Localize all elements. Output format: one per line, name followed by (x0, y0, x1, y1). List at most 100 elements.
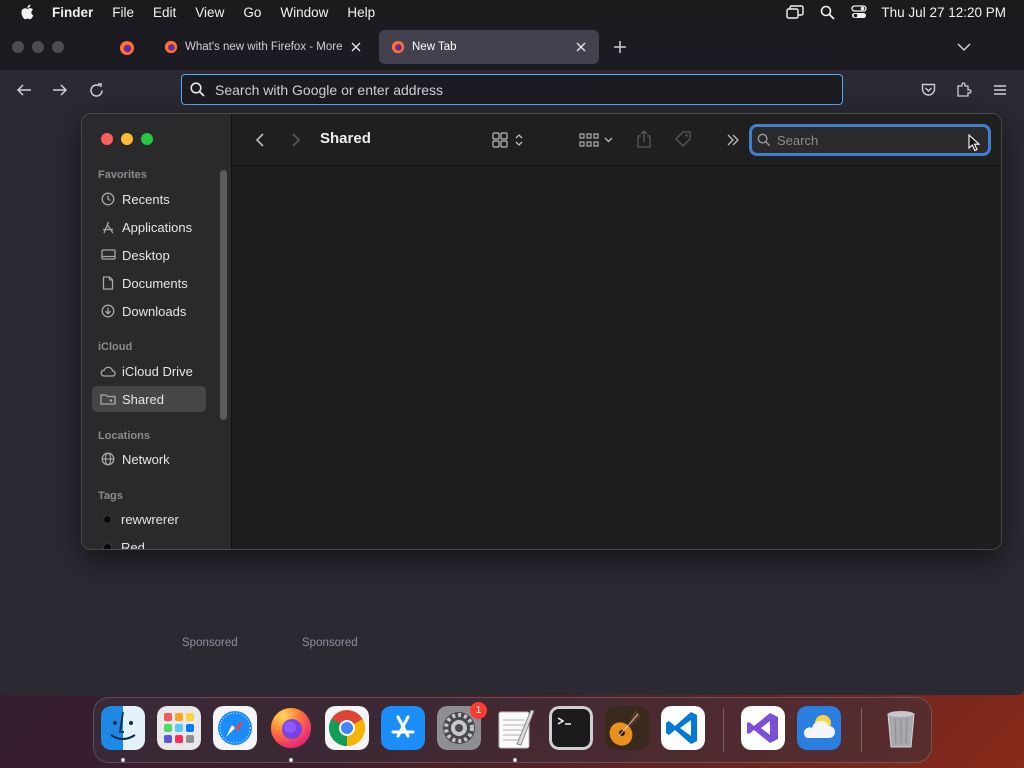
download-icon (100, 303, 116, 319)
sidebar-item-tag[interactable]: Red (92, 534, 206, 549)
tags-button[interactable] (672, 129, 694, 151)
share-button[interactable] (634, 128, 654, 150)
control-center-icon[interactable] (851, 5, 868, 19)
finder-zoom-button[interactable] (141, 133, 153, 145)
new-tab-plus-icon[interactable] (611, 38, 629, 56)
finder-window: Favorites Recents Applications Desktop D… (81, 113, 1002, 550)
menu-edit[interactable]: Edit (153, 5, 176, 20)
menu-view[interactable]: View (195, 5, 224, 20)
visual-studio-icon (741, 706, 785, 750)
finder-toolbar: Shared (232, 114, 1001, 166)
search-icon (757, 133, 771, 147)
sidebar-item-shared[interactable]: Shared (92, 386, 206, 412)
finder-window-title: Shared (320, 130, 371, 147)
dock-visual-studio[interactable] (741, 706, 785, 750)
dock-textedit[interactable] (493, 706, 537, 750)
reload-icon (89, 82, 103, 97)
finder-close-button[interactable] (101, 133, 113, 145)
spotlight-search-icon[interactable] (820, 5, 836, 20)
sidebar-header-icloud: iCloud (98, 341, 133, 353)
running-indicator (513, 758, 517, 762)
extensions-button[interactable] (954, 80, 974, 100)
menu-window[interactable]: Window (280, 5, 328, 20)
tab-whats-new[interactable]: What's new with Firefox - More (152, 30, 374, 64)
firefox-icon (164, 40, 178, 54)
sidebar-item-documents[interactable]: Documents (92, 270, 206, 296)
apple-menu-icon[interactable] (20, 4, 34, 20)
forward-button[interactable] (50, 80, 70, 100)
mouse-pointer-icon (968, 134, 980, 152)
double-chevron-right-icon (727, 134, 739, 146)
finder-search-field[interactable] (749, 124, 991, 156)
dock-app-store[interactable] (381, 706, 425, 750)
menu-file[interactable]: File (112, 5, 134, 20)
dock-separator (861, 708, 862, 752)
window-zoom-button[interactable] (52, 41, 64, 53)
sidebar-scrollbar[interactable] (220, 170, 227, 420)
terminal-icon (549, 706, 593, 750)
window-close-button[interactable] (12, 41, 24, 53)
dock-terminal[interactable] (549, 706, 593, 750)
back-button[interactable] (14, 80, 34, 100)
finder-search-input[interactable] (777, 132, 967, 148)
group-grid-icon (579, 133, 599, 147)
menu-clock[interactable]: Thu Jul 27 12:20 PM (881, 5, 1006, 20)
tag-icon (675, 131, 691, 147)
window-minimize-button[interactable] (32, 41, 44, 53)
sidebar-header-tags: Tags (98, 490, 123, 502)
dock-garageband[interactable] (605, 706, 649, 750)
finder-minimize-button[interactable] (121, 133, 133, 145)
app-store-icon (381, 706, 425, 750)
tag-color-dot (103, 542, 112, 549)
screen-mirroring-icon[interactable] (786, 5, 805, 19)
more-toolbar-items-button[interactable] (724, 130, 742, 150)
list-all-tabs-chevron-icon[interactable] (956, 40, 972, 54)
finder-file-area[interactable] (232, 167, 1001, 549)
search-icon (190, 82, 205, 97)
menu-app-name[interactable]: Finder (52, 5, 93, 20)
sidebar-item-desktop[interactable]: Desktop (92, 242, 206, 268)
dock-trash[interactable] (879, 706, 923, 750)
dock-launchpad[interactable] (157, 706, 201, 750)
address-bar[interactable] (181, 74, 843, 105)
tab-new-tab[interactable]: New Tab (379, 30, 599, 64)
chevron-left-icon (255, 133, 264, 147)
clock-icon (100, 191, 116, 207)
sidebar-item-applications[interactable]: Applications (92, 214, 206, 240)
applications-icon (100, 219, 116, 235)
sidebar-header-favorites: Favorites (98, 169, 147, 181)
address-input[interactable] (215, 81, 815, 98)
pocket-button[interactable] (918, 80, 938, 100)
notification-badge: 1 (470, 702, 487, 719)
finder-back-button[interactable] (252, 130, 268, 150)
tab-label: New Tab (412, 41, 457, 53)
dock-weather[interactable] (797, 706, 841, 750)
close-tab-icon[interactable] (348, 39, 364, 55)
reload-button[interactable] (86, 80, 106, 100)
sidebar-item-downloads[interactable]: Downloads (92, 298, 206, 324)
sponsored-label: Sponsored (302, 637, 358, 649)
menu-go[interactable]: Go (243, 5, 261, 20)
app-menu-button[interactable] (990, 80, 1010, 100)
dock-finder[interactable] (101, 706, 145, 750)
menu-help[interactable]: Help (347, 5, 375, 20)
group-by-button[interactable] (576, 130, 616, 150)
dock-firefox[interactable] (269, 706, 313, 750)
dock-chrome[interactable] (325, 706, 369, 750)
dock-safari[interactable] (213, 706, 257, 750)
dock-vscode[interactable] (661, 706, 705, 750)
sidebar-item-network[interactable]: Network (92, 446, 206, 472)
sidebar-item-tag[interactable]: rewwrerer (92, 506, 206, 532)
share-icon (637, 130, 651, 148)
close-tab-icon[interactable] (573, 39, 589, 55)
view-mode-button[interactable] (488, 130, 528, 150)
sidebar-item-recents[interactable]: Recents (92, 186, 206, 212)
finder-forward-button[interactable] (288, 130, 304, 150)
up-down-chevron-icon (515, 134, 523, 146)
running-indicator (289, 758, 293, 762)
firefox-icon (271, 708, 311, 748)
sidebar-item-label: Shared (122, 391, 164, 407)
pinned-tab[interactable] (110, 34, 144, 62)
sidebar-item-icloud-drive[interactable]: iCloud Drive (92, 358, 206, 384)
arrow-right-icon (53, 84, 68, 96)
